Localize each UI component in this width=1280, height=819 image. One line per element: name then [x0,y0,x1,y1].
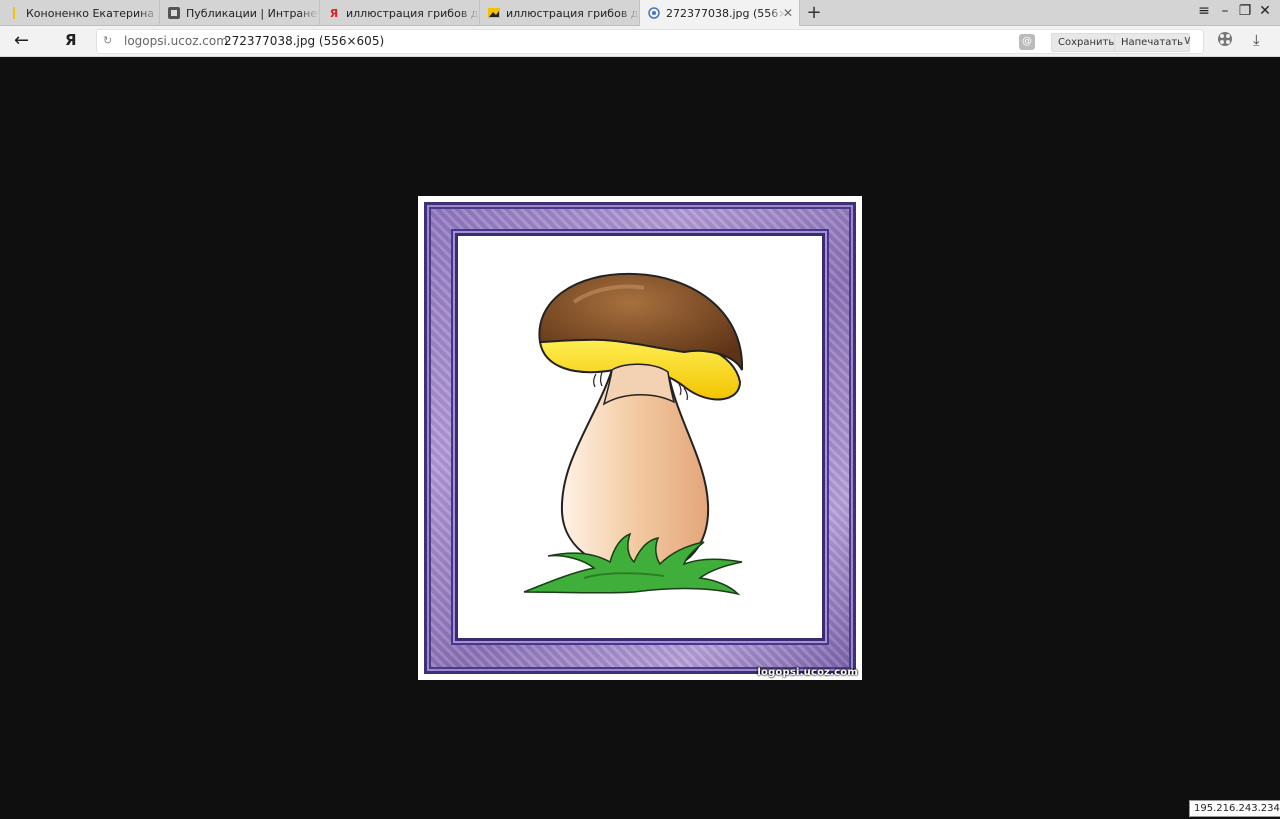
ip-tooltip: 195.216.243.234 [1189,800,1280,817]
tab-4[interactable]: иллюстрация грибов для д [480,0,640,26]
person-icon [8,7,20,19]
address-path: 272377038.jpg (556×605) [224,34,385,48]
portal-icon [168,7,180,19]
tab-label: Публикации | Интранет-по [186,6,319,20]
download-icon[interactable]: ⤓ [1253,31,1260,49]
tab-label: иллюстрация грибов для д [346,6,479,20]
image-viewer: logopsi.ucoz.com [0,57,1280,819]
reader-mode-icon[interactable]: @ [1019,34,1035,50]
decorative-frame [424,202,856,674]
image-watermark: logopsi.ucoz.com [757,667,858,678]
reload-icon[interactable]: ↻ [103,34,112,47]
yandex-logo-icon[interactable]: Я [65,31,77,49]
mushroom-illustration [464,242,816,632]
back-arrow-icon[interactable]: ← [14,30,29,51]
shield-icon [648,7,660,19]
close-icon[interactable]: ✕ [783,6,793,20]
yandex-icon: Я [329,6,339,20]
tab-strip: Кононенко Екатерина Алек Публикации | Ин… [0,0,1280,26]
minimize-icon[interactable]: – [1216,3,1234,19]
address-bar[interactable]: ↻ logopsi.ucoz.com 272377038.jpg (556×60… [96,29,1204,54]
image-icon [488,7,500,19]
tab-5-active[interactable]: 272377038.jpg (556×605 ✕ [640,0,800,26]
tab-label: 272377038.jpg (556×605 [666,6,786,20]
address-domain: logopsi.ucoz.com [124,34,228,48]
print-button[interactable]: Напечатать [1114,33,1191,52]
restore-icon[interactable]: ❐ [1236,3,1254,19]
save-button[interactable]: Сохранить [1051,33,1122,52]
tab-2[interactable]: Публикации | Интранет-по [160,0,320,26]
tab-1[interactable]: Кононенко Екатерина Алек [0,0,160,26]
close-window-icon[interactable]: ✕ [1256,3,1274,19]
menu-icon[interactable]: ≡ [1195,3,1213,19]
extensions-icon[interactable] [1217,31,1233,51]
chevron-down-icon[interactable]: ∨ [1183,33,1192,47]
tab-label: Кононенко Екатерина Алек [26,6,159,20]
toolbar: ← Я ↻ logopsi.ucoz.com 272377038.jpg (55… [0,26,1280,57]
tab-3[interactable]: Я иллюстрация грибов для д [320,0,480,26]
displayed-image: logopsi.ucoz.com [418,196,862,680]
inner-frame [455,233,825,641]
tab-label: иллюстрация грибов для д [506,6,639,20]
new-tab-button[interactable]: + [804,2,824,23]
